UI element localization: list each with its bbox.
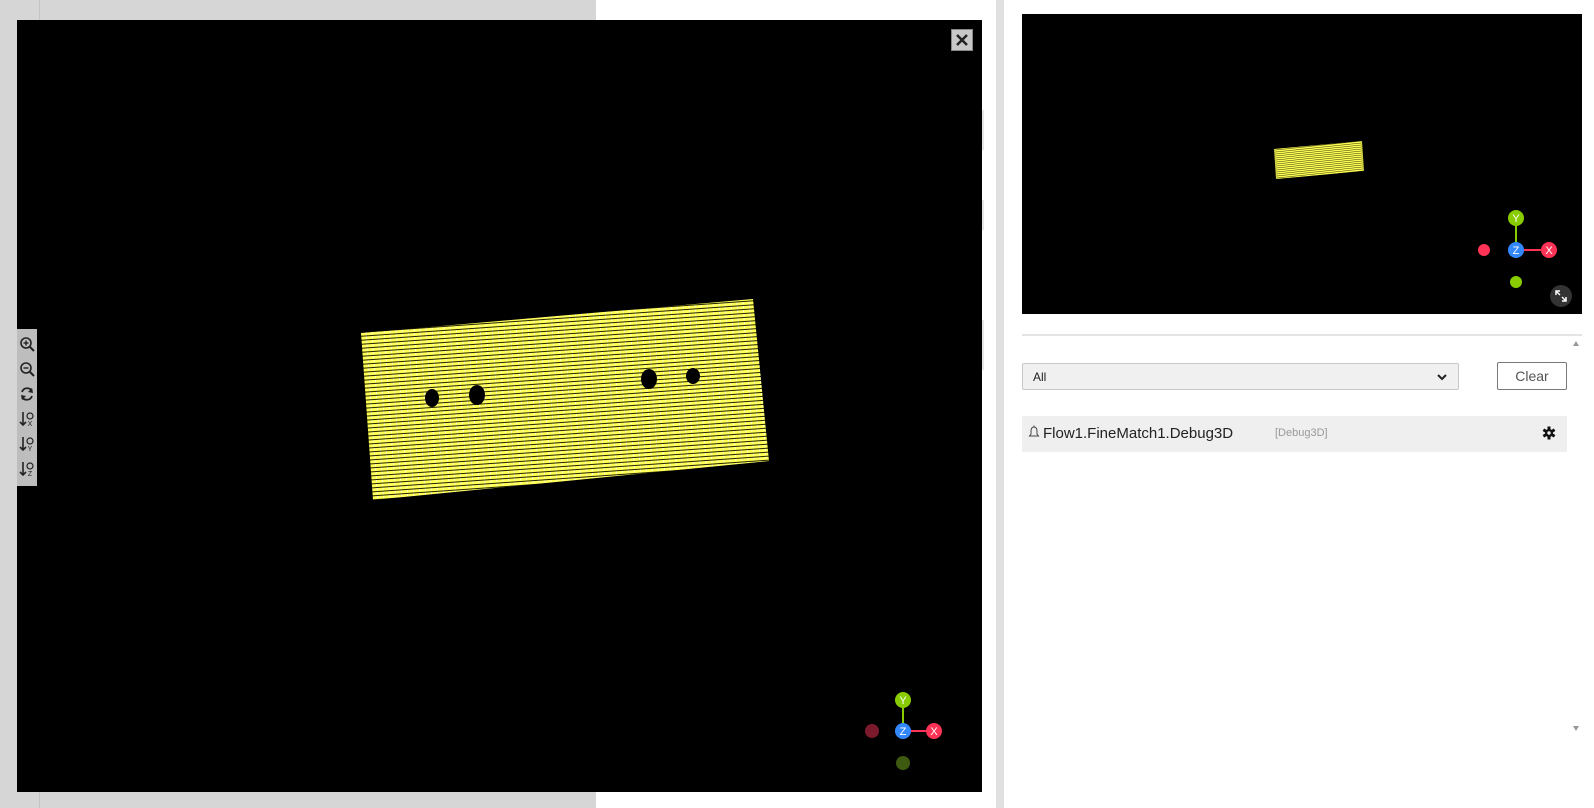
list-item[interactable]: Flow1.FineMatch1.Debug3D [Debug3D] (1022, 416, 1567, 452)
hole-marker (641, 369, 657, 389)
clear-button[interactable]: Clear (1497, 362, 1567, 390)
edge-mark (982, 110, 984, 150)
point-cloud-view: Y X Z (361, 299, 942, 770)
axis-neg-x-dot (865, 724, 879, 738)
hole-marker (425, 389, 439, 407)
sort-x-icon: X (19, 412, 34, 427)
axis-y-label: Y (899, 695, 907, 707)
preview-point-cloud (1274, 141, 1364, 179)
edge-mark (982, 200, 984, 230)
preview-axis-x-label: X (1545, 245, 1553, 257)
sort-y-button[interactable]: Y (18, 433, 36, 455)
close-icon (956, 34, 968, 46)
sort-z-icon: Z (19, 462, 34, 477)
reset-view-icon (21, 387, 33, 401)
svg-text:X: X (28, 421, 33, 427)
sort-z-button[interactable]: Z (18, 458, 36, 480)
axis-z-label: Z (900, 726, 907, 738)
preview-viewer[interactable]: Y X Z (1022, 14, 1582, 314)
list-item-name: Flow1.FineMatch1.Debug3D (1043, 425, 1234, 442)
preview-axis-y-label: Y (1512, 213, 1520, 225)
preview-axis-neg-x-dot (1478, 244, 1490, 256)
panel-separator (1022, 334, 1582, 336)
preview-point-cloud-view: Y X Z (1274, 141, 1557, 288)
scroll-down-icon[interactable] (1572, 724, 1580, 732)
list-item-type: [Debug3D] (1275, 427, 1328, 439)
sort-y-icon: Y (19, 437, 34, 452)
pane-splitter[interactable] (996, 0, 1004, 808)
hole-marker (686, 368, 700, 384)
zoom-out-icon (20, 362, 35, 377)
chevron-down-icon (1437, 374, 1447, 381)
zoom-in-icon (20, 337, 35, 352)
filter-selected-value: All (1033, 369, 1047, 384)
point-cloud (361, 299, 769, 500)
preview-axis-gizmo: Y X Z (1478, 210, 1557, 288)
zoom-in-button[interactable] (18, 333, 36, 355)
scroll-up-icon[interactable] (1572, 340, 1580, 348)
gear-icon[interactable] (1542, 426, 1556, 440)
viewer-toolbar: X Y Z (17, 329, 37, 486)
sort-x-button[interactable]: X (18, 408, 36, 430)
reset-view-button[interactable] (18, 383, 36, 405)
hole-marker (469, 385, 485, 405)
svg-text:Y: Y (28, 446, 33, 452)
axis-neg-y-dot (896, 756, 910, 770)
3d-viewer-canvas[interactable]: Y X Z (17, 20, 982, 792)
preview-axis-neg-y-dot (1510, 276, 1522, 288)
axis-x-label: X (930, 726, 938, 738)
expand-button[interactable] (1550, 285, 1572, 307)
close-button[interactable] (951, 29, 973, 51)
expand-icon (1555, 290, 1567, 302)
zoom-out-button[interactable] (18, 358, 36, 380)
axis-gizmo: Y X Z (865, 692, 942, 770)
bell-icon (1028, 425, 1040, 437)
svg-text:Z: Z (28, 471, 33, 477)
preview-axis-z-label: Z (1513, 245, 1520, 257)
edge-mark (982, 320, 984, 370)
filter-select[interactable]: All (1022, 363, 1459, 390)
